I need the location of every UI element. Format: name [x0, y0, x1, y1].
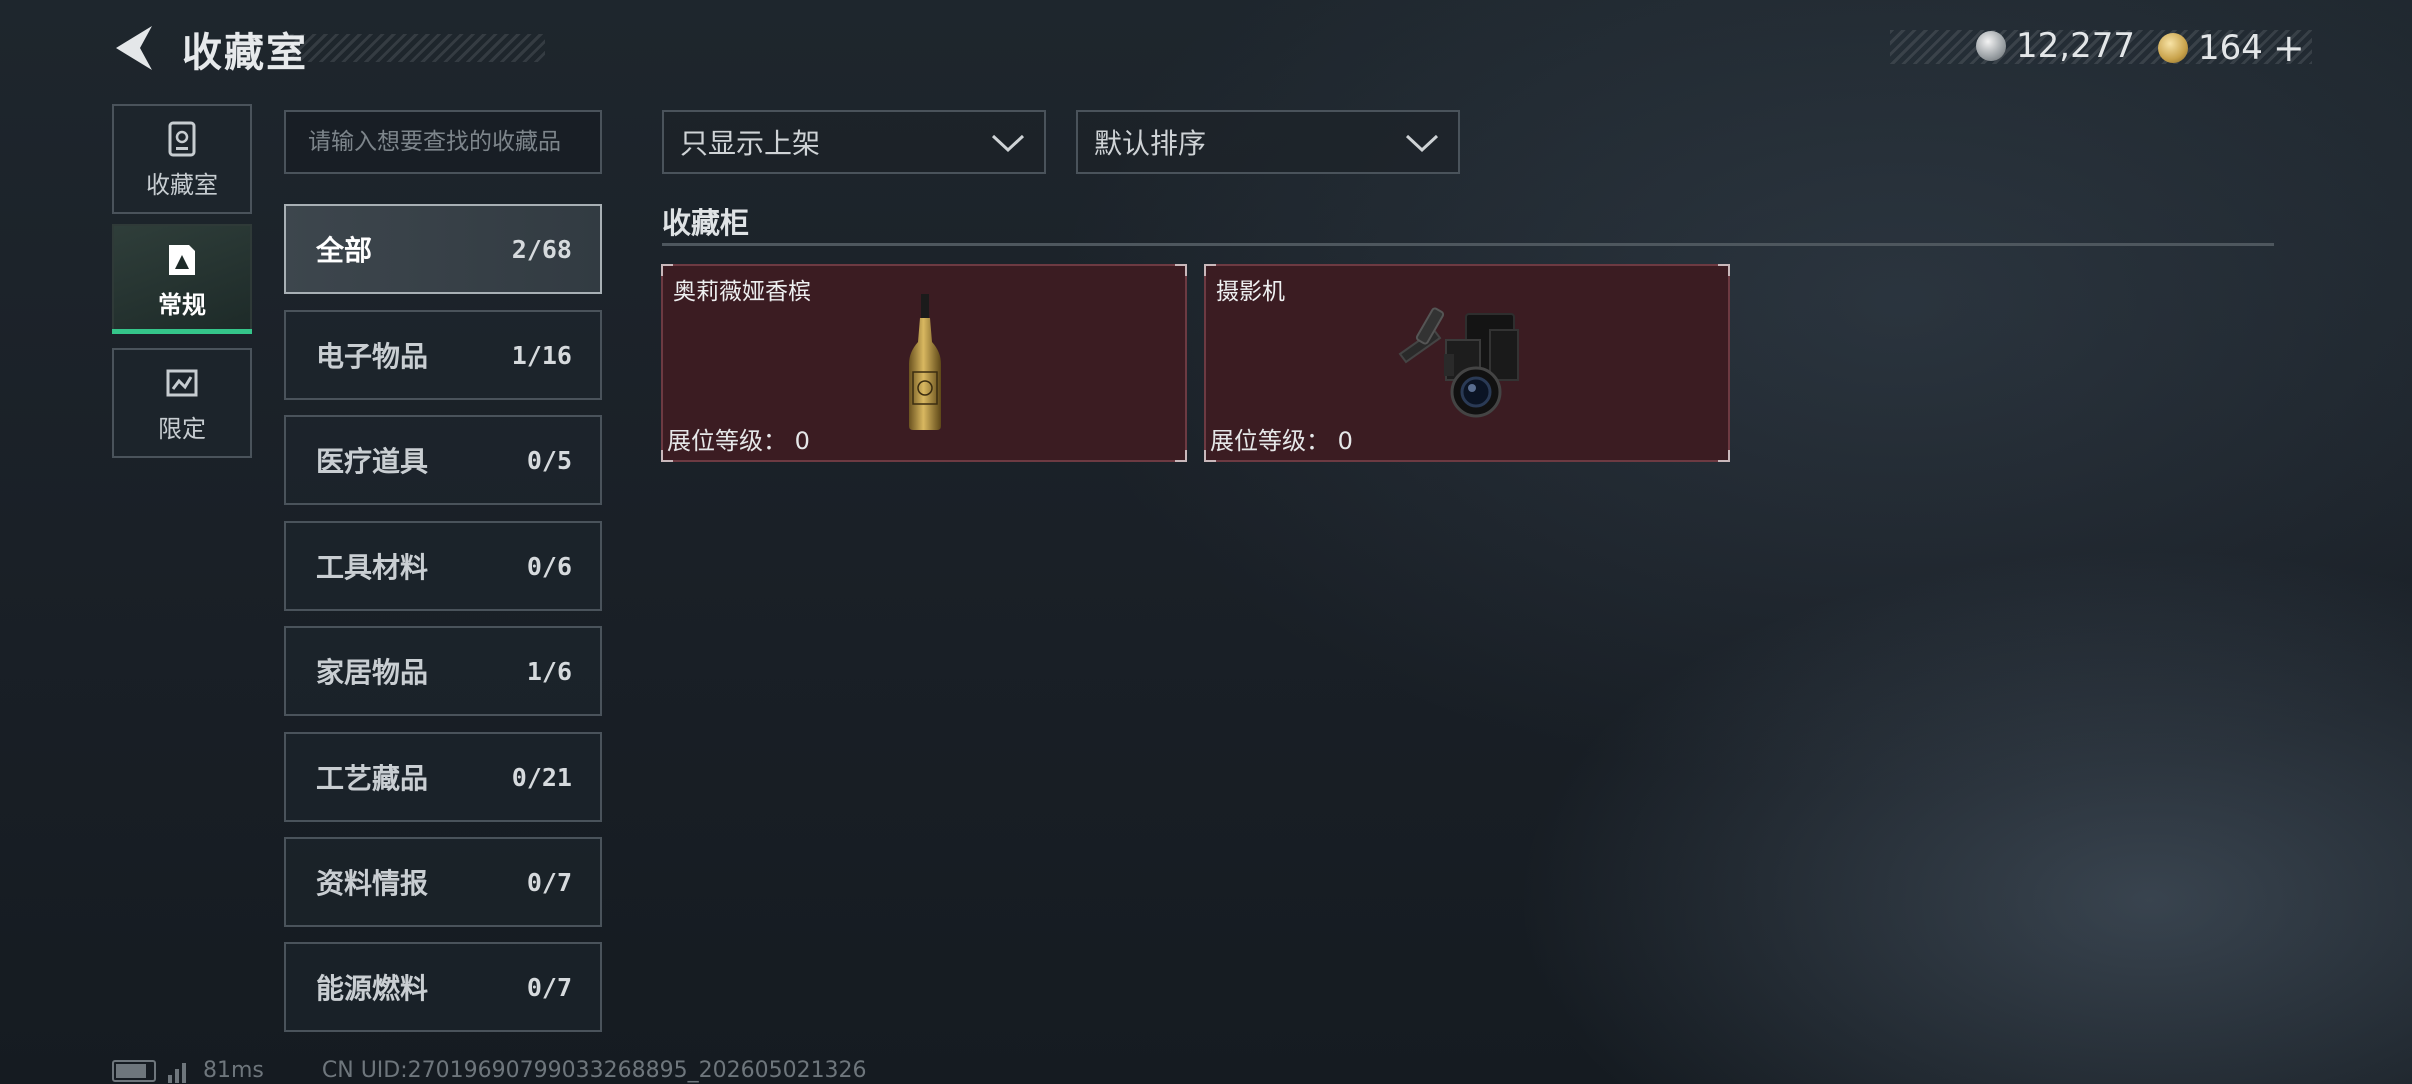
category-count: 2/68	[511, 234, 572, 264]
video-camera-icon	[1398, 307, 1519, 418]
category-name: 全部	[316, 234, 373, 267]
category-count: 0/7	[526, 972, 572, 1002]
category-name: 工具材料	[316, 551, 429, 584]
item-name: 摄影机	[1216, 279, 1285, 305]
category-name: 能源燃料	[316, 972, 429, 1005]
silver-amount: 12,277	[2016, 26, 2135, 66]
card-corner	[661, 264, 673, 276]
category-tools[interactable]: 工具材料 0/6	[284, 521, 602, 611]
signal-icon	[168, 1059, 189, 1083]
display-level: 展位等级： 0	[1210, 421, 1353, 456]
category-count: 0/6	[526, 551, 572, 581]
category-electronics[interactable]: 电子物品 1/16	[284, 310, 602, 400]
category-crafts[interactable]: 工艺藏品 0/21	[284, 732, 602, 822]
display-level-value: 0	[1337, 427, 1353, 455]
category-name: 电子物品	[316, 340, 429, 373]
card-corner	[1175, 450, 1187, 462]
card-corner	[1204, 264, 1216, 276]
status-footer: 81ms CN UID:27019690799033268895_2026050…	[112, 1058, 867, 1083]
sort-dropdown[interactable]: 默认排序	[1076, 110, 1460, 174]
ping-value: 81ms	[203, 1058, 264, 1083]
gold-currency: 164 +	[2158, 26, 2305, 70]
category-name: 资料情报	[316, 867, 429, 900]
uid-text: CN UID:27019690799033268895_202605021326	[321, 1058, 867, 1083]
category-intel[interactable]: 资料情报 0/7	[284, 837, 602, 927]
nav-label: 收藏室	[146, 170, 218, 199]
collectible-card[interactable]: 奥莉薇娅香槟 展位等级： 0	[661, 264, 1187, 462]
category-count: 1/16	[511, 340, 572, 370]
category-name: 医疗道具	[316, 445, 429, 478]
silver-currency: 12,277	[1976, 26, 2135, 66]
nav-limited[interactable]: 限定	[112, 348, 252, 458]
nav-label: 限定	[158, 414, 206, 443]
section-divider	[662, 243, 2274, 246]
category-name: 家居物品	[316, 656, 429, 689]
collection-room-icon	[168, 121, 196, 156]
shelf-filter-dropdown[interactable]: 只显示上架	[662, 110, 1046, 174]
item-name: 奥莉薇娅香槟	[673, 279, 811, 305]
category-count: 0/7	[526, 867, 572, 897]
category-count: 1/6	[526, 656, 572, 686]
card-corner	[1718, 450, 1730, 462]
nav-regular[interactable]: 常规	[112, 224, 252, 334]
gold-amount: 164	[2198, 28, 2263, 68]
card-corner	[1718, 264, 1730, 276]
dropdown-value: 只显示上架	[680, 127, 821, 160]
search-input[interactable]	[284, 110, 602, 174]
limited-icon	[166, 369, 198, 396]
nav-label: 常规	[158, 290, 206, 319]
category-count: 0/21	[511, 762, 572, 792]
category-name: 工艺藏品	[316, 762, 429, 795]
display-level: 展位等级： 0	[667, 421, 810, 456]
category-medical[interactable]: 医疗道具 0/5	[284, 415, 602, 505]
gold-coin-icon	[2158, 33, 2188, 63]
silver-coin-icon	[1976, 31, 2006, 61]
category-household[interactable]: 家居物品 1/6	[284, 626, 602, 716]
chevron-down-icon	[1405, 134, 1439, 153]
display-level-label: 展位等级：	[667, 427, 787, 455]
category-count: 0/5	[526, 445, 572, 475]
add-currency-button[interactable]: +	[2273, 26, 2305, 70]
category-all[interactable]: 全部 2/68	[284, 204, 602, 294]
title-decoration	[290, 34, 545, 62]
display-level-label: 展位等级：	[1210, 427, 1330, 455]
card-corner	[1175, 264, 1187, 276]
cabinet-title: 收藏柜	[662, 206, 750, 240]
battery-icon	[112, 1059, 156, 1082]
dropdown-value: 默认排序	[1094, 127, 1207, 160]
regular-card-icon	[169, 244, 195, 275]
champagne-bottle-icon	[909, 294, 941, 430]
display-level-value: 0	[794, 427, 810, 455]
back-button[interactable]	[112, 22, 156, 74]
category-fuel[interactable]: 能源燃料 0/7	[284, 942, 602, 1032]
chevron-down-icon	[991, 134, 1025, 153]
nav-collection-room[interactable]: 收藏室	[112, 104, 252, 214]
collectible-card[interactable]: 摄影机 展位等级： 0	[1204, 264, 1730, 462]
